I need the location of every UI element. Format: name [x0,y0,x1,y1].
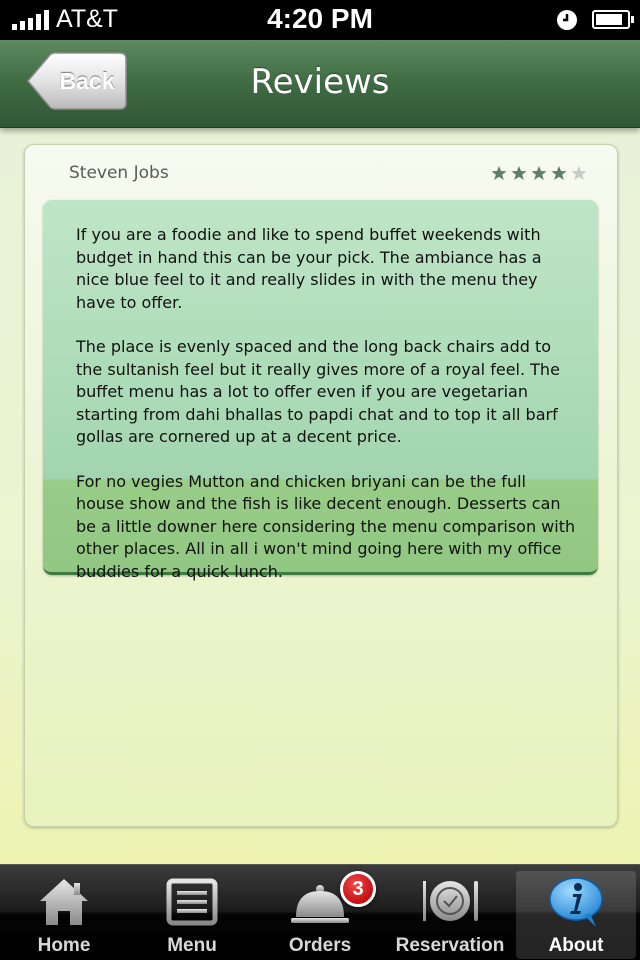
star-filled-icon [551,166,567,180]
alarm-clock-icon [557,10,577,30]
plate-cutlery-icon [423,881,478,921]
review-paragraph: If you are a foodie and like to spend bu… [76,225,542,312]
tab-bar: Home Menu 3 Orders Reservation About [0,864,640,960]
status-bar: AT&T 4:20 PM [0,0,640,40]
tab-reservation-label: Reservation [395,935,505,956]
tab-reservation[interactable]: Reservation [388,871,512,959]
star-empty-icon [571,166,587,180]
tab-home-label: Home [37,935,91,956]
review-text: If you are a foodie and like to spend bu… [76,224,576,605]
navigation-bar: Back Reviews [0,40,640,128]
review-paragraph: For no vegies Mutton and chicken briyani… [76,471,576,581]
battery-icon [592,10,634,29]
reviewer-name: Steven Jobs [69,163,169,183]
star-filled-icon [531,166,547,180]
star-rating [491,165,587,181]
menu-list-icon [166,878,218,926]
tab-home[interactable]: Home [4,871,124,959]
tab-about-label: About [548,935,604,956]
orders-badge: 3 [340,871,376,907]
review-card: Steven Jobs If you are a foodie and like… [24,144,618,827]
review-paragraph: The place is evenly spaced and the long … [76,337,560,446]
tab-menu[interactable]: Menu [132,871,252,959]
tab-menu-label: Menu [167,935,217,956]
tab-about[interactable]: About [516,871,636,959]
review-bubble: If you are a foodie and like to spend bu… [43,200,598,581]
star-filled-icon [511,166,527,180]
tab-orders[interactable]: 3 Orders [260,871,380,959]
status-time: 4:20 PM [267,3,373,34]
tab-orders-label: Orders [288,935,352,956]
house-icon [40,879,88,925]
star-filled-icon [491,166,507,180]
page-title: Reviews [250,62,390,102]
info-bubble-icon [549,877,603,927]
